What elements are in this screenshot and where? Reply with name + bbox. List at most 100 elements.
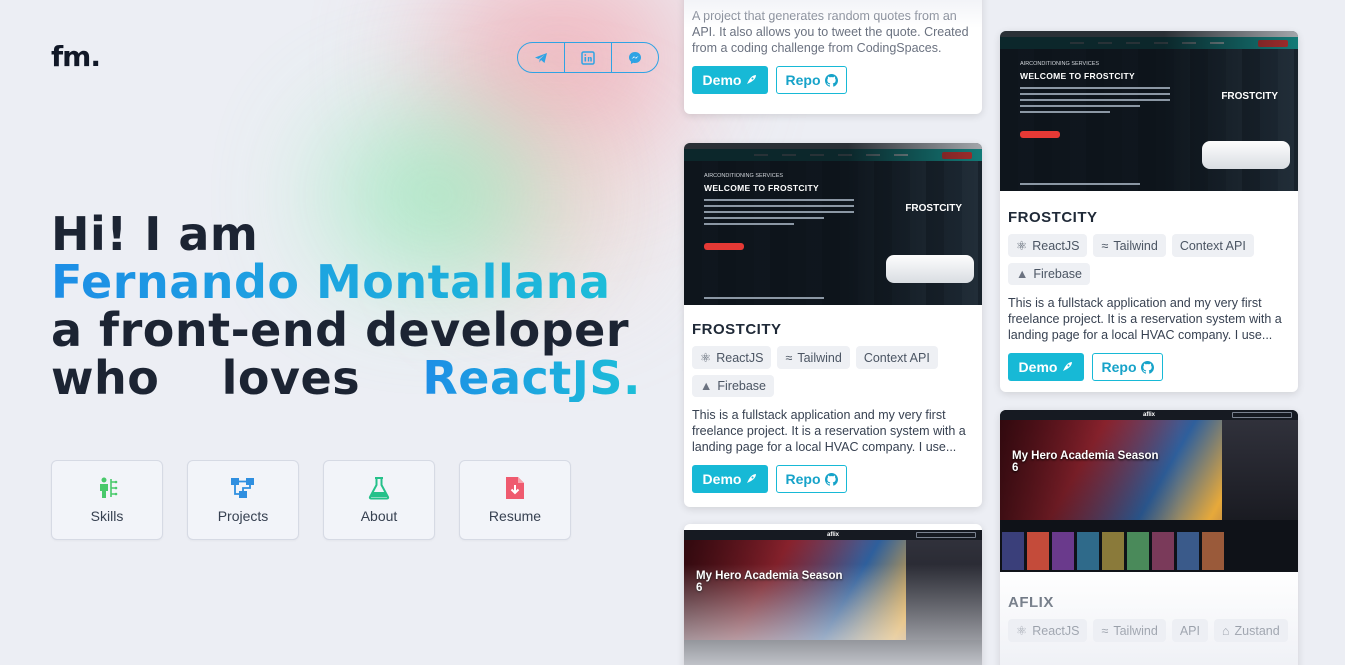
tag-label: Tailwind	[1113, 623, 1158, 638]
repo-label: Repo	[785, 471, 821, 487]
hero-line-loves: who loves ReactJS.	[51, 354, 641, 402]
demo-label: Demo	[702, 72, 742, 88]
project-title: FROSTCITY	[692, 321, 782, 338]
nav-card-label: Resume	[488, 508, 542, 524]
nav-card-skills[interactable]: Skills	[51, 460, 163, 540]
tag-api: API	[1171, 619, 1208, 642]
telegram-icon	[535, 52, 547, 63]
linkedin-icon	[581, 50, 595, 65]
nav-card-resume[interactable]: Resume	[459, 460, 571, 540]
screenshot-logo: aflix	[1142, 412, 1155, 418]
project-card-aflix: aflix My Hero Academia Season 6 AFLIX ⚛ R…	[1000, 410, 1298, 665]
messenger-link[interactable]	[612, 43, 658, 72]
linkedin-link[interactable]	[565, 43, 612, 72]
screenshot-cta	[1020, 131, 1060, 138]
project-card-quotes: A project that generates random quotes f…	[684, 0, 982, 114]
demo-button[interactable]: Demo	[1008, 353, 1084, 381]
flask-icon	[368, 477, 390, 500]
rocket-icon	[1063, 362, 1073, 371]
github-icon	[1140, 360, 1154, 374]
screenshot-logo: aflix	[826, 532, 839, 538]
project-screenshot[interactable]: AIRCONDITIONING SERVICES WELCOME TO FROS…	[1000, 31, 1298, 191]
tag-firebase: ▲ Firebase	[1008, 263, 1091, 285]
project-card-frostcity: AIRCONDITIONING SERVICES WELCOME TO FROS…	[684, 143, 982, 507]
project-tags: ⚛ ReactJS ≈ Tailwind API ⌂ Zustand	[1008, 619, 1290, 642]
hero-headline: Hi! I am Fernando Montallana a front-end…	[51, 210, 641, 402]
telegram-link[interactable]	[518, 43, 565, 72]
project-title: FROSTCITY	[1008, 209, 1098, 226]
screenshot-footer	[1020, 183, 1140, 185]
resume-icon	[506, 477, 524, 499]
fade-overlay	[1000, 570, 1298, 665]
tag-label: ReactJS	[1032, 623, 1080, 638]
firebase-icon: ▲	[1016, 267, 1029, 281]
screenshot-footer	[704, 297, 824, 299]
rocket-icon	[747, 75, 757, 84]
tailwind-icon: ≈	[785, 350, 793, 365]
tag-label: Context API	[863, 350, 930, 365]
tailwind-icon: ≈	[1101, 238, 1109, 253]
repo-button[interactable]: Repo	[776, 465, 847, 493]
tag-label: API	[1179, 623, 1200, 638]
hero-word-who: who	[51, 351, 160, 405]
screenshot-cta	[704, 243, 744, 250]
screenshot-thumbnails	[1000, 532, 1224, 570]
project-card-aflix: aflix My Hero Academia Season 6	[684, 524, 982, 665]
firebase-icon: ▲	[700, 379, 713, 393]
site-logo[interactable]: fm.	[51, 40, 101, 73]
screenshot-search	[916, 532, 976, 538]
project-screenshot[interactable]: AIRCONDITIONING SERVICES WELCOME TO FROS…	[684, 143, 982, 305]
screenshot-search	[1232, 412, 1292, 418]
demo-label: Demo	[702, 471, 742, 487]
nav-card-label: Projects	[217, 508, 269, 524]
tag-context-api: Context API	[855, 346, 938, 369]
repo-button[interactable]: Repo	[1092, 353, 1163, 381]
project-title: AFLIX	[1008, 594, 1054, 611]
tag-tailwind: ≈ Tailwind	[1093, 619, 1166, 642]
tag-reactjs: ⚛ ReactJS	[1008, 234, 1088, 257]
projects-icon	[231, 478, 254, 498]
screenshot-banner-title: My Hero Academia Season 6	[1012, 450, 1159, 474]
hero-word-reactjs: ReactJS.	[422, 351, 641, 405]
project-description: This is a fullstack application and my v…	[1008, 296, 1282, 342]
tag-label: Firebase	[1033, 267, 1083, 281]
tag-label: ReactJS	[1032, 238, 1080, 253]
repo-button[interactable]: Repo	[776, 66, 847, 94]
screenshot-kicker: AIRCONDITIONING SERVICES	[704, 173, 784, 179]
project-description: This is a fullstack application and my v…	[692, 408, 966, 454]
hero-line-greeting: Hi! I am	[51, 207, 259, 261]
project-actions: Demo Repo	[692, 66, 974, 94]
screenshot-sidebar	[906, 540, 982, 640]
screenshot-title: WELCOME TO FROSTCITY	[704, 183, 819, 193]
tag-tailwind: ≈ Tailwind	[1093, 234, 1166, 257]
tag-tailwind: ≈ Tailwind	[777, 346, 850, 369]
demo-label: Demo	[1018, 359, 1058, 375]
project-screenshot[interactable]: aflix My Hero Academia Season 6	[684, 530, 982, 665]
aircon-unit-image	[1202, 141, 1290, 169]
screenshot-text-lines	[1020, 87, 1170, 117]
hero-word-loves: loves	[221, 351, 361, 405]
nav-card-projects[interactable]: Projects	[187, 460, 299, 540]
project-description: A project that generates random quotes f…	[692, 9, 969, 55]
tag-context-api: Context API	[1171, 234, 1254, 257]
screenshot-brand: FROSTCITY	[1221, 91, 1278, 102]
repo-label: Repo	[785, 72, 821, 88]
screenshot-kicker: AIRCONDITIONING SERVICES	[1020, 61, 1100, 67]
project-card-frostcity: AIRCONDITIONING SERVICES WELCOME TO FROS…	[1000, 31, 1298, 392]
demo-button[interactable]: Demo	[692, 465, 768, 493]
project-screenshot[interactable]: aflix My Hero Academia Season 6	[1000, 410, 1298, 572]
nav-card-label: About	[360, 508, 398, 524]
tag-label: Tailwind	[797, 350, 842, 365]
github-icon	[824, 472, 838, 486]
tag-label: Context API	[1179, 238, 1246, 253]
rocket-icon	[747, 474, 757, 483]
screenshot-sidebar	[1222, 420, 1298, 520]
screenshot-title: WELCOME TO FROSTCITY	[1020, 71, 1135, 81]
demo-button[interactable]: Demo	[692, 66, 768, 94]
repo-label: Repo	[1101, 359, 1137, 375]
tag-label: Tailwind	[1113, 238, 1158, 253]
messenger-icon	[629, 51, 641, 64]
nav-card-label: Skills	[90, 508, 124, 524]
tag-label: Zustand	[1234, 623, 1280, 638]
nav-card-about[interactable]: About	[323, 460, 435, 540]
